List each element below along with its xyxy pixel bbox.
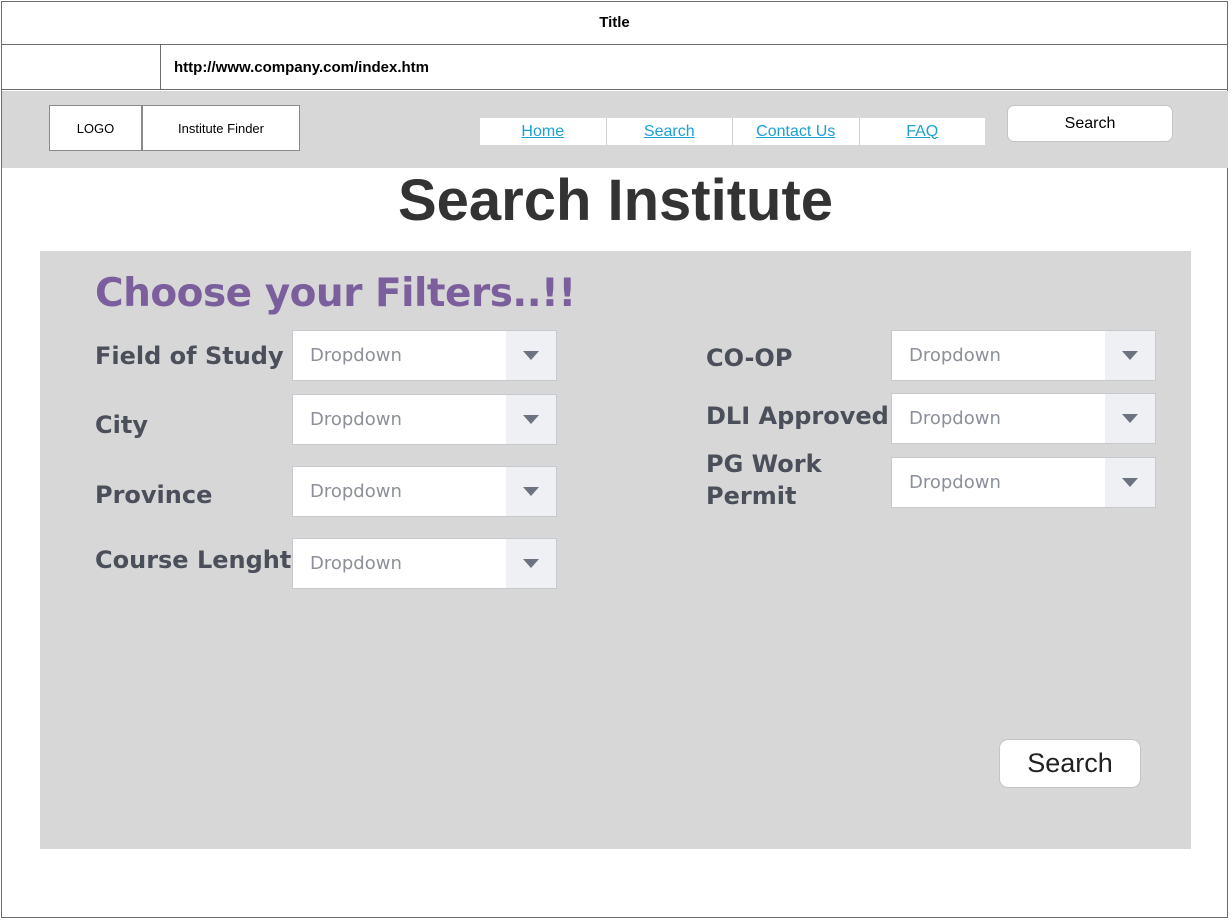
nav-link-search[interactable]: Search bbox=[607, 118, 733, 145]
course-length-dropdown[interactable]: Dropdown bbox=[292, 538, 557, 589]
pg-work-permit-dropdown[interactable]: Dropdown bbox=[891, 457, 1156, 508]
dropdown-toggle[interactable] bbox=[506, 539, 556, 588]
field-of-study-dropdown[interactable]: Dropdown bbox=[292, 330, 557, 381]
chevron-down-icon bbox=[1122, 351, 1138, 360]
dropdown-toggle[interactable] bbox=[1105, 458, 1155, 507]
chevron-down-icon bbox=[523, 351, 539, 360]
address-bar-left-pane bbox=[1, 45, 161, 89]
window-title-bar: Title bbox=[1, 1, 1228, 45]
address-bar: http://www.company.com/index.htm bbox=[1, 45, 1228, 90]
dropdown-toggle[interactable] bbox=[1105, 394, 1155, 443]
dropdown-toggle[interactable] bbox=[506, 331, 556, 380]
chevron-down-icon bbox=[523, 487, 539, 496]
chevron-down-icon bbox=[523, 415, 539, 424]
page-title: Search Institute bbox=[397, 168, 834, 233]
course-length-label: Course Lenght bbox=[95, 546, 292, 574]
province-dropdown[interactable]: Dropdown bbox=[292, 466, 557, 517]
dropdown-value: Dropdown bbox=[310, 481, 402, 502]
dropdown-toggle[interactable] bbox=[1105, 331, 1155, 380]
dropdown-value: Dropdown bbox=[310, 345, 402, 366]
pg-work-permit-label: PG Work Permit bbox=[706, 448, 822, 512]
chevron-down-icon bbox=[1122, 414, 1138, 423]
filters-heading: Choose your Filters..!! bbox=[95, 271, 576, 316]
dli-approved-label: DLI Approved bbox=[706, 402, 889, 430]
logo[interactable]: LOGO bbox=[49, 105, 142, 151]
dropdown-value: Dropdown bbox=[909, 345, 1001, 366]
co-op-label: CO-OP bbox=[706, 344, 793, 372]
nav-link-faq[interactable]: FAQ bbox=[860, 118, 986, 145]
field-of-study-label: Field of Study bbox=[95, 342, 284, 370]
filter-panel: Choose your Filters..!! Field of Study D… bbox=[40, 251, 1191, 849]
nav-bar: Home Search Contact Us FAQ bbox=[480, 118, 985, 145]
dli-approved-dropdown[interactable]: Dropdown bbox=[891, 393, 1156, 444]
pg-work-permit-label-line1: PG Work bbox=[706, 450, 822, 478]
site-name[interactable]: Institute Finder bbox=[142, 105, 300, 151]
dropdown-value: Dropdown bbox=[310, 409, 402, 430]
dropdown-toggle[interactable] bbox=[506, 395, 556, 444]
window-title: Title bbox=[599, 14, 630, 31]
pg-work-permit-label-line2: Permit bbox=[706, 482, 797, 510]
dropdown-value: Dropdown bbox=[310, 553, 402, 574]
site-header: LOGO Institute Finder Home Search Contac… bbox=[2, 91, 1228, 168]
dropdown-value: Dropdown bbox=[909, 472, 1001, 493]
nav-link-contact-us[interactable]: Contact Us bbox=[733, 118, 860, 145]
chevron-down-icon bbox=[523, 559, 539, 568]
header-search-button[interactable]: Search bbox=[1007, 105, 1173, 142]
url-field[interactable]: http://www.company.com/index.htm bbox=[174, 45, 429, 89]
chevron-down-icon bbox=[1122, 478, 1138, 487]
province-label: Province bbox=[95, 481, 213, 509]
nav-link-home[interactable]: Home bbox=[480, 118, 607, 145]
co-op-dropdown[interactable]: Dropdown bbox=[891, 330, 1156, 381]
dropdown-toggle[interactable] bbox=[506, 467, 556, 516]
city-dropdown[interactable]: Dropdown bbox=[292, 394, 557, 445]
dropdown-value: Dropdown bbox=[909, 408, 1001, 429]
search-button[interactable]: Search bbox=[999, 739, 1141, 788]
city-label: City bbox=[95, 411, 148, 439]
